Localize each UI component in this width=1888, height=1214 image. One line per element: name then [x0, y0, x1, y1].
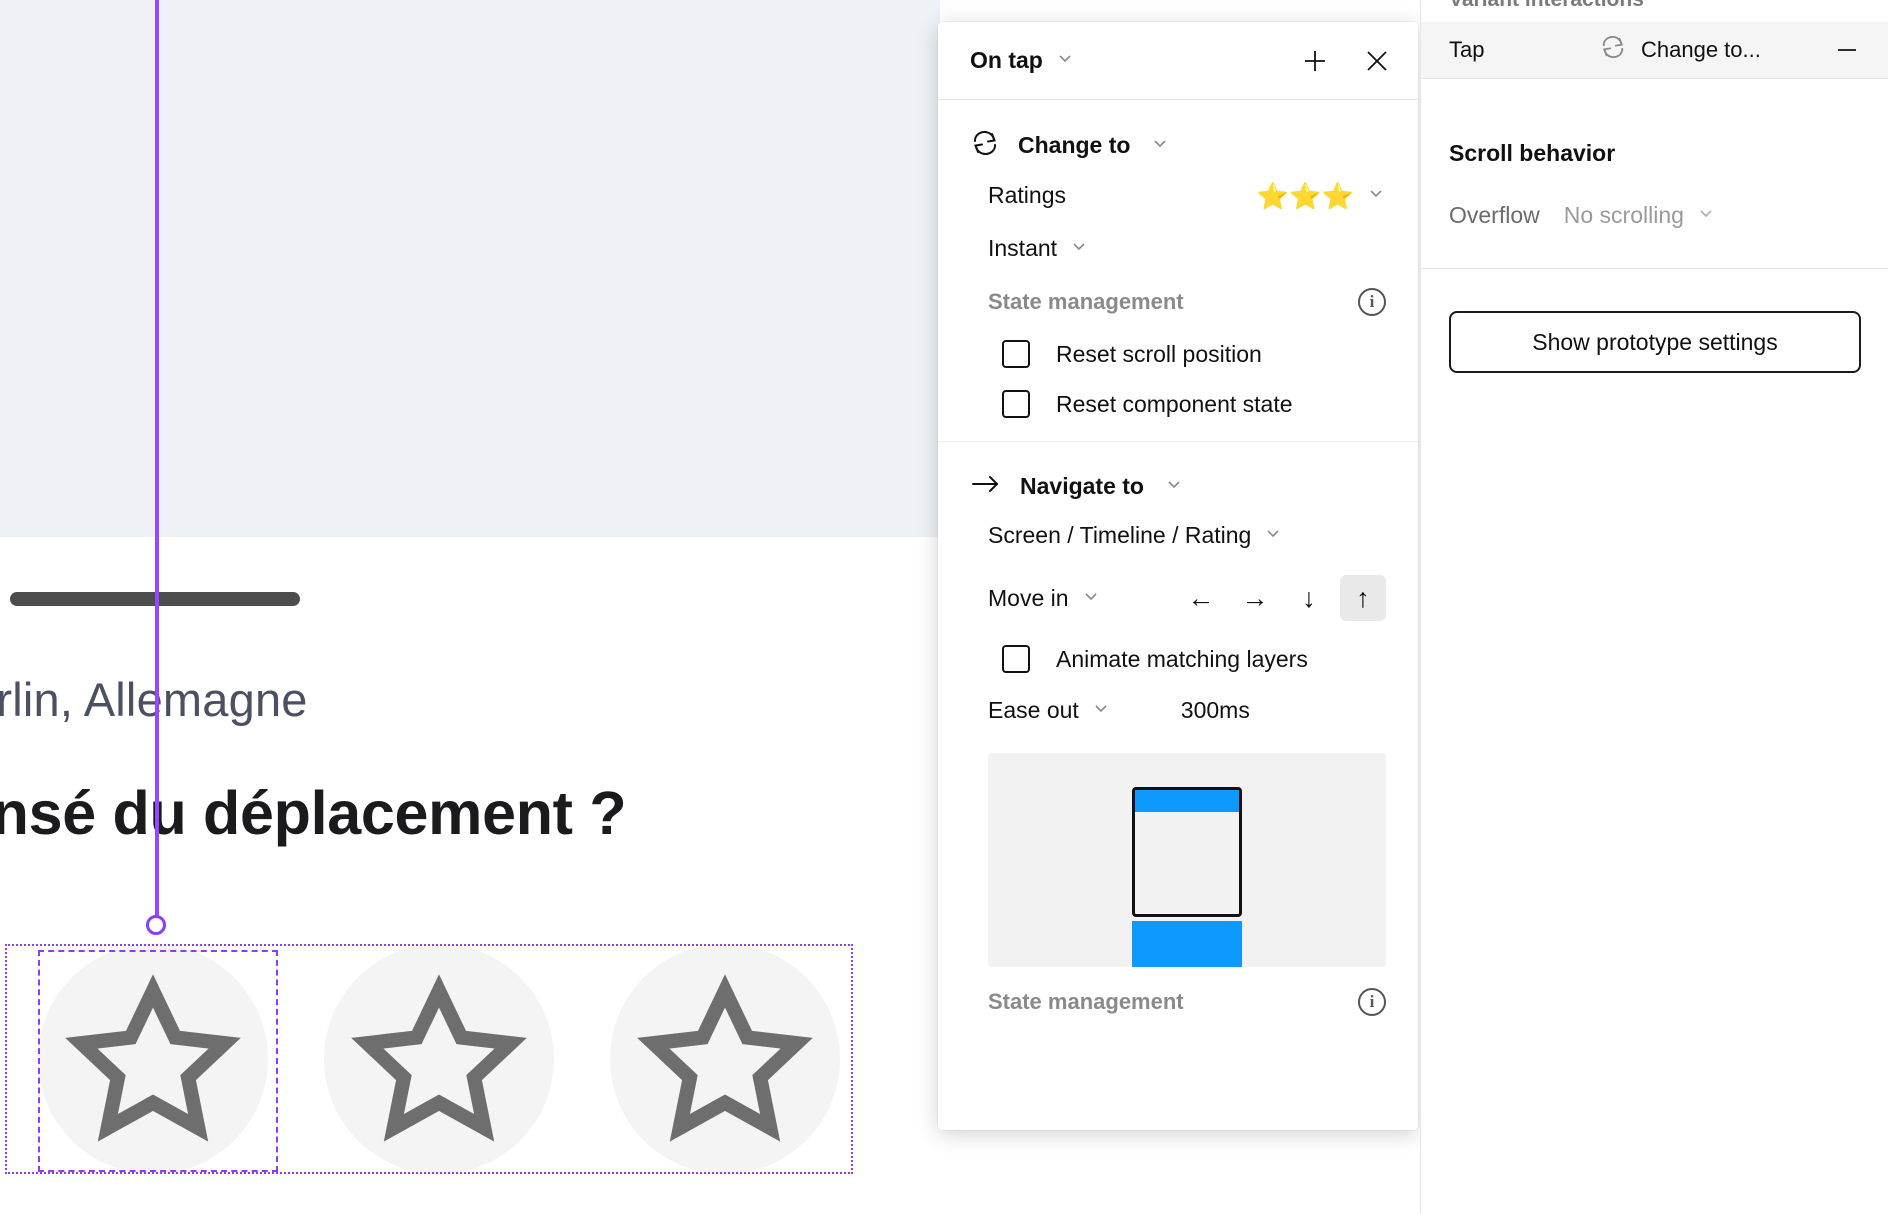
- reset-scroll-position-label: Reset scroll position: [1056, 340, 1262, 367]
- interaction-trigger-label: Tap: [1449, 37, 1485, 62]
- change-to-animation-value: Instant: [988, 235, 1058, 261]
- swap-variant-icon: [1599, 35, 1627, 65]
- info-icon[interactable]: i: [1358, 288, 1386, 316]
- chevron-down-icon[interactable]: [1055, 48, 1075, 73]
- chevron-down-icon[interactable]: [1164, 474, 1184, 499]
- interaction-action-label: Change to...: [1641, 37, 1761, 62]
- overflow-value-label: No scrolling: [1563, 202, 1684, 228]
- change-to-state-management-header: State management i: [938, 275, 1418, 329]
- popup-trigger-title[interactable]: On tap: [970, 47, 1043, 74]
- reset-scroll-position-row[interactable]: Reset scroll position: [938, 329, 1418, 379]
- canvas-top-band: [0, 0, 940, 537]
- arrow-right-icon: [970, 472, 1002, 501]
- chevron-down-icon[interactable]: [1366, 183, 1386, 208]
- change-to-section-header[interactable]: Change to: [938, 100, 1418, 169]
- change-to-animation-row[interactable]: Instant: [938, 222, 1418, 275]
- change-to-target-label: Ratings: [988, 182, 1066, 208]
- reset-component-state-row[interactable]: Reset component state: [938, 379, 1418, 429]
- reset-scroll-position-checkbox[interactable]: [1002, 340, 1030, 368]
- animate-matching-layers-checkbox[interactable]: [1002, 645, 1030, 673]
- canvas-subtitle: erlin, Allemagne: [0, 673, 308, 726]
- change-to-target-row[interactable]: Ratings ⭐⭐⭐: [938, 169, 1418, 222]
- change-to-title: Change to: [1018, 132, 1131, 158]
- panel-divider: [1421, 268, 1888, 269]
- chevron-down-icon[interactable]: [1069, 236, 1089, 261]
- interaction-list-item[interactable]: Tap Change to...: [1421, 22, 1888, 78]
- panel-divider: [1421, 78, 1888, 79]
- animation-preview-frame-top: [1135, 790, 1239, 812]
- state-management-title: State management: [988, 989, 1184, 1014]
- scroll-behavior-title: Scroll behavior: [1449, 140, 1616, 166]
- close-icon[interactable]: [1360, 44, 1394, 78]
- change-to-target-value: ⭐⭐⭐: [1256, 180, 1354, 211]
- plus-icon[interactable]: [1298, 44, 1332, 78]
- overflow-row[interactable]: Overflow No scrolling: [1449, 202, 1716, 229]
- navigate-to-title: Navigate to: [1020, 473, 1144, 499]
- animation-preview-incoming: [1132, 921, 1242, 967]
- reset-component-state-label: Reset component state: [1056, 390, 1293, 417]
- navigate-state-management-header: State management i: [938, 975, 1418, 1029]
- arrow-up-icon[interactable]: ↑: [1340, 575, 1386, 621]
- arrow-left-icon[interactable]: ←: [1178, 575, 1224, 621]
- overflow-label: Overflow: [1449, 202, 1540, 228]
- navigate-destination-value: Screen / Timeline / Rating: [988, 522, 1252, 548]
- popup-header: On tap: [938, 22, 1418, 100]
- chevron-down-icon[interactable]: [1091, 698, 1111, 723]
- canvas-heading: ensé du déplacement ?: [0, 779, 627, 847]
- animation-preview: [988, 753, 1386, 967]
- chevron-down-icon[interactable]: [1263, 523, 1283, 548]
- chevron-down-icon[interactable]: [1696, 202, 1716, 229]
- info-icon[interactable]: i: [1358, 988, 1386, 1016]
- navigate-to-section-header[interactable]: Navigate to: [938, 442, 1418, 509]
- arrow-right-icon[interactable]: →: [1232, 575, 1278, 621]
- animate-matching-layers-row[interactable]: Animate matching layers: [938, 634, 1418, 684]
- animate-matching-layers-label: Animate matching layers: [1056, 645, 1308, 672]
- chevron-down-icon[interactable]: [1150, 133, 1170, 158]
- direction-button-group[interactable]: ← → ↓ ↑: [1178, 575, 1386, 621]
- prototype-connector-node[interactable]: [146, 915, 166, 935]
- duration-value[interactable]: 300ms: [1181, 697, 1250, 724]
- show-prototype-settings-button[interactable]: Show prototype settings: [1449, 311, 1861, 373]
- navigate-animation-row[interactable]: Move in ← → ↓ ↑: [938, 562, 1418, 634]
- navigate-animation-value: Move in: [988, 584, 1069, 611]
- right-properties-panel: Variant interactions Tap Change to...: [1420, 0, 1888, 1214]
- arrow-down-icon[interactable]: ↓: [1286, 575, 1332, 621]
- swap-variant-icon: [970, 130, 1000, 161]
- prototype-connector-line: [155, 0, 159, 925]
- easing-value: Ease out: [988, 697, 1079, 723]
- chevron-down-icon[interactable]: [1081, 586, 1101, 611]
- minus-icon[interactable]: [1830, 33, 1864, 67]
- reset-component-state-checkbox[interactable]: [1002, 390, 1030, 418]
- interaction-detail-popup[interactable]: On tap Change to Ratings ⭐⭐⭐ Instant Sta…: [938, 22, 1418, 1130]
- navigate-destination-row[interactable]: Screen / Timeline / Rating: [938, 509, 1418, 562]
- animation-preview-frame: [1132, 787, 1242, 917]
- selection-outline-item: [38, 950, 278, 1172]
- easing-row[interactable]: Ease out 300ms: [938, 684, 1418, 737]
- popup-body: Change to Ratings ⭐⭐⭐ Instant State mana…: [938, 100, 1418, 1039]
- state-management-title: State management: [988, 289, 1184, 314]
- interaction-action[interactable]: Change to...: [1599, 35, 1761, 65]
- overflow-value-dropdown[interactable]: No scrolling: [1564, 202, 1716, 229]
- variant-interactions-title: Variant interactions: [1449, 0, 1644, 12]
